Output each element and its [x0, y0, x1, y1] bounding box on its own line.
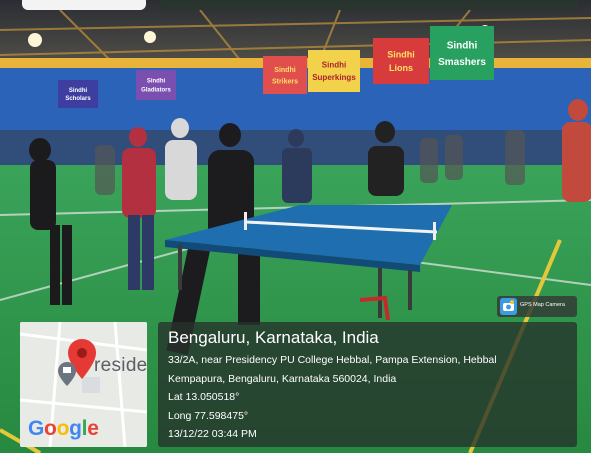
- camera-map-icon: [500, 298, 517, 315]
- banner-background: [136, 70, 176, 100]
- banner-background: [263, 56, 307, 94]
- wall-banner: Sindhi Lions: [373, 38, 429, 84]
- banner-text: Sindhi: [274, 67, 295, 74]
- app-badge-label: GPS Map Camera: [520, 302, 565, 308]
- address-line-2: Kempapura, Bengaluru, Karnataka 560024, …: [168, 373, 397, 385]
- wall-banner: Sindhi Smashers: [430, 26, 494, 80]
- longitude-text: Long 77.598475°: [168, 410, 249, 422]
- banner-text: Sindhi: [69, 88, 88, 94]
- banner-background: [430, 26, 494, 80]
- location-title: Bengaluru, Karnataka, India: [168, 328, 379, 347]
- banner-text: Sindhi: [147, 79, 166, 85]
- banner-text: Scholars: [65, 96, 91, 102]
- wall-banner: Sindhi Superkings: [308, 50, 360, 92]
- banner-text: Sindhi: [322, 61, 346, 70]
- banner-text: Strikers: [272, 78, 298, 85]
- address-line-1: 33/2A, near Presidency PU College Hebbal…: [168, 354, 497, 366]
- place-marker-icon: [58, 362, 76, 386]
- banner-text: Smashers: [438, 57, 486, 68]
- wall-banner: Sindhi Strikers: [263, 56, 307, 94]
- top-crop-light-strip: [22, 0, 146, 10]
- banner-background: [308, 50, 360, 92]
- latitude-text: Lat 13.050518°: [168, 391, 240, 403]
- banner-text: Gladiators: [141, 88, 171, 94]
- wall-banner: Sindhi Scholars: [58, 80, 98, 108]
- banner-text: Sindhi: [387, 49, 415, 59]
- location-info-panel: Bengaluru, Karnataka, India 33/2A, near …: [158, 322, 577, 447]
- google-logo: Google: [28, 417, 99, 440]
- banner-text: Sindhi: [447, 41, 478, 52]
- banner-text: Lions: [389, 63, 413, 73]
- top-crop-dark-strip: [160, 0, 578, 10]
- datetime-text: 13/12/22 03:44 PM: [168, 428, 257, 440]
- banner-background: [58, 80, 98, 108]
- map-thumbnail: residen Google: [20, 322, 147, 447]
- wall-banner: Sindhi Gladiators: [136, 70, 176, 100]
- banner-background: [373, 38, 429, 84]
- map-place-label: residen: [94, 355, 147, 376]
- banner-text: Superkings: [312, 73, 356, 82]
- app-badge: GPS Map Camera: [497, 296, 577, 317]
